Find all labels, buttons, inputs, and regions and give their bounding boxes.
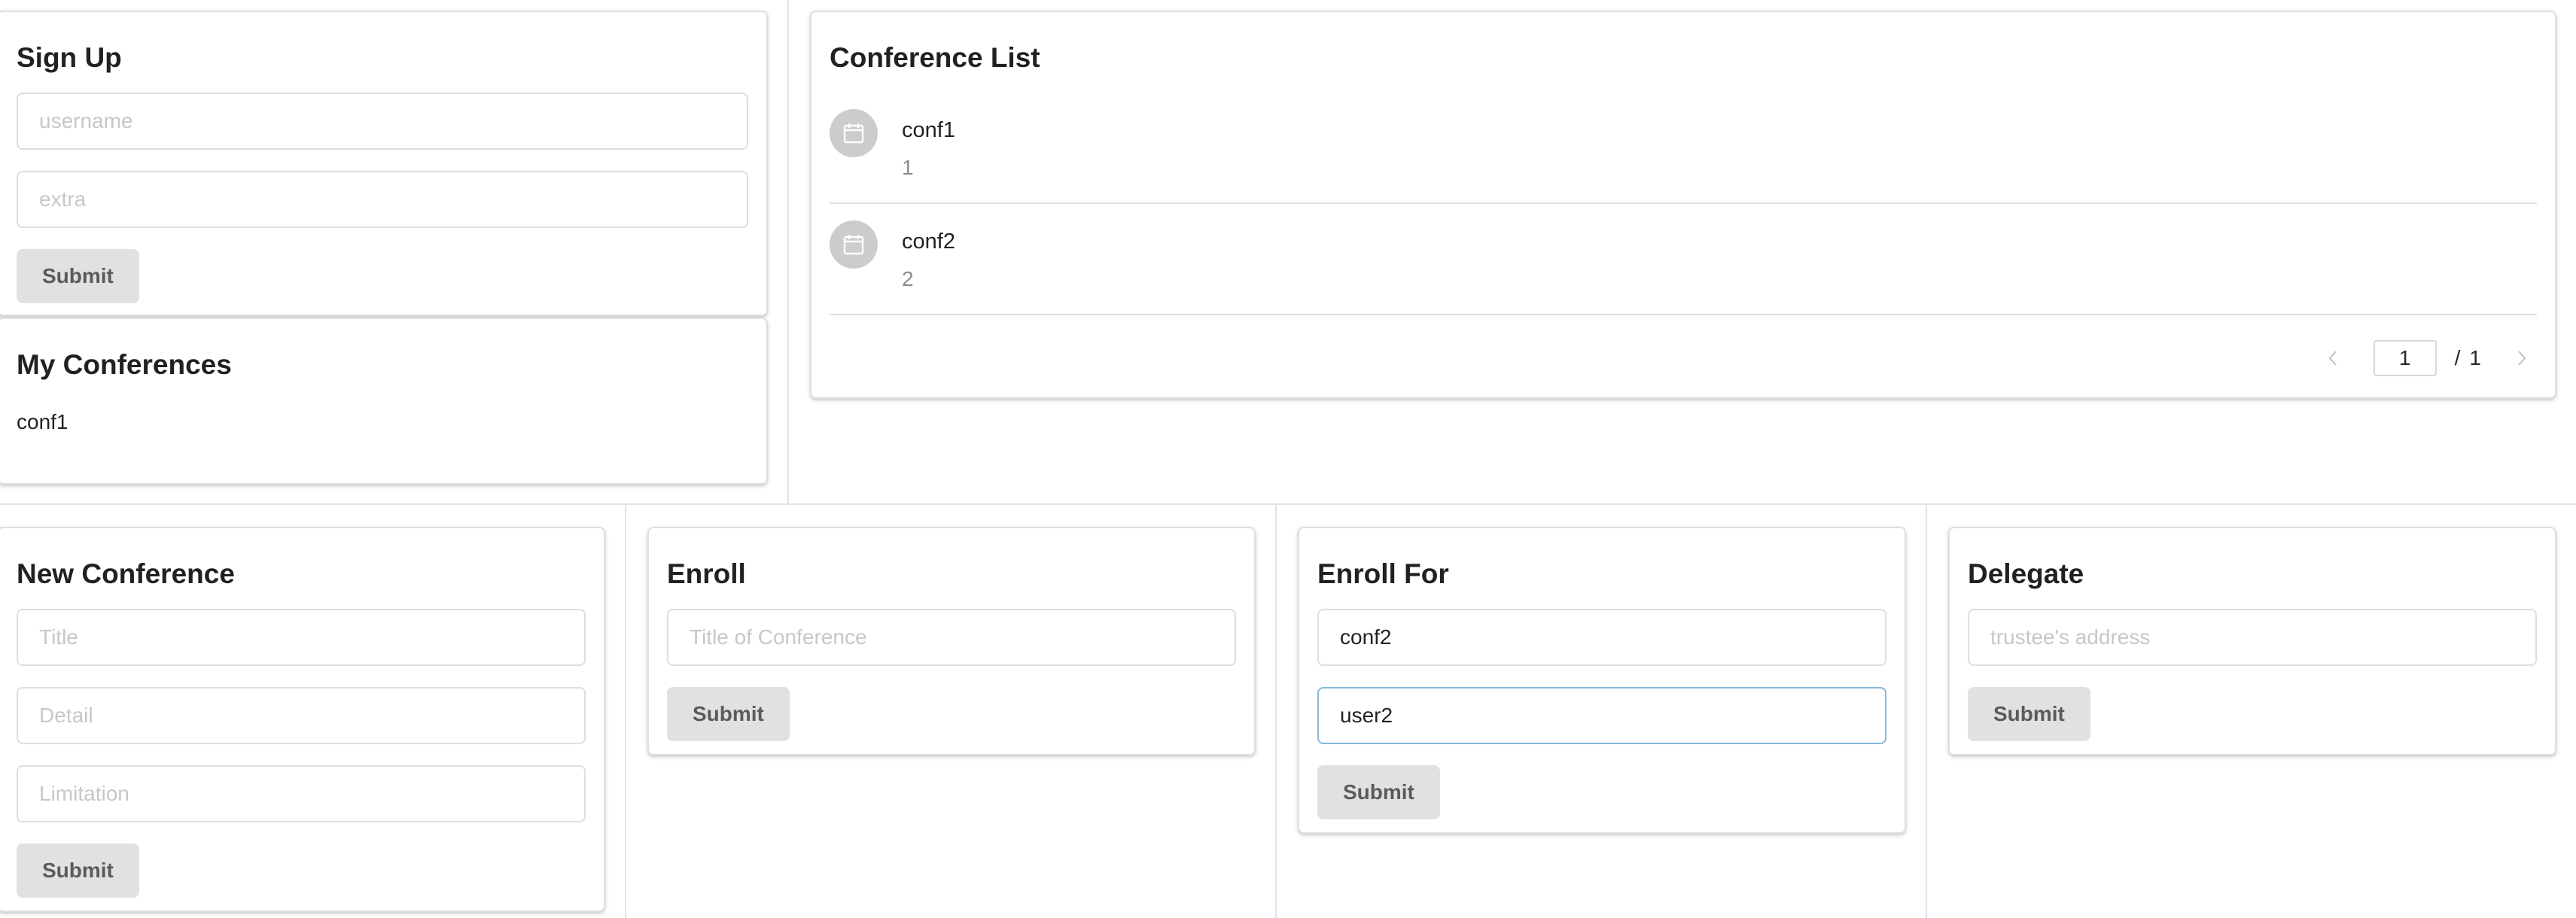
enroll-conference-input[interactable] xyxy=(667,609,1236,666)
calendar-icon xyxy=(830,109,878,157)
conference-title-input[interactable] xyxy=(17,609,586,666)
new-conference-submit-button[interactable]: Submit xyxy=(17,844,139,898)
my-conferences-title: My Conferences xyxy=(17,349,232,380)
my-conferences-card: My Conferences conf1 xyxy=(0,318,768,485)
trustee-address-input[interactable] xyxy=(1968,609,2537,666)
conference-limitation-input[interactable] xyxy=(17,765,586,822)
enroll-title: Enroll xyxy=(667,558,746,589)
page-total: 1 xyxy=(2469,346,2481,369)
chevron-right-icon[interactable] xyxy=(2510,346,2534,370)
delegate-submit-button[interactable]: Submit xyxy=(1968,687,2090,741)
divider-bottom-1 xyxy=(625,504,626,918)
enroll-for-conference-input[interactable] xyxy=(1317,609,1886,666)
list-item[interactable]: conf2 2 xyxy=(830,204,2537,315)
pagination: / 1 xyxy=(2321,340,2534,376)
conference-title: conf1 xyxy=(902,118,955,142)
page-number-input[interactable] xyxy=(2373,340,2437,376)
enroll-for-submit-button[interactable]: Submit xyxy=(1317,765,1440,819)
conference-detail: 1 xyxy=(902,156,914,179)
divider-bottom-2 xyxy=(1275,504,1277,918)
signup-submit-button[interactable]: Submit xyxy=(17,249,139,303)
calendar-icon xyxy=(830,220,878,269)
enroll-for-card: Enroll For Submit xyxy=(1298,527,1906,834)
enroll-for-title: Enroll For xyxy=(1317,558,1449,589)
enroll-for-user-input[interactable] xyxy=(1317,687,1886,744)
extra-input[interactable] xyxy=(17,171,748,228)
conference-detail: 2 xyxy=(902,267,914,290)
signup-card: Sign Up Submit xyxy=(0,11,768,316)
signup-title: Sign Up xyxy=(17,42,122,73)
page-separator: / xyxy=(2454,346,2461,369)
conference-title: conf2 xyxy=(902,230,955,254)
my-conference-item: conf1 xyxy=(17,410,69,433)
app-root: Sign Up Submit My Conferences conf1 Conf… xyxy=(0,0,2576,918)
conference-detail-input[interactable] xyxy=(17,687,586,744)
delegate-card: Delegate Submit xyxy=(1948,527,2556,755)
divider-horizontal xyxy=(0,503,2576,505)
enroll-card: Enroll Submit xyxy=(647,527,1256,755)
new-conference-card: New Conference Submit xyxy=(0,527,605,912)
new-conference-title: New Conference xyxy=(17,558,235,589)
username-input[interactable] xyxy=(17,93,748,150)
delegate-title: Delegate xyxy=(1968,558,2084,589)
chevron-left-icon[interactable] xyxy=(2321,346,2345,370)
divider-bottom-3 xyxy=(1926,504,1927,918)
divider-top-vertical xyxy=(787,0,789,504)
conference-list-card: Conference List conf1 1 conf2 2 1 / 1 xyxy=(810,11,2556,399)
conference-list-title: Conference List xyxy=(830,42,1040,73)
list-item[interactable]: conf1 1 xyxy=(830,93,2537,204)
enroll-submit-button[interactable]: Submit xyxy=(667,687,790,741)
